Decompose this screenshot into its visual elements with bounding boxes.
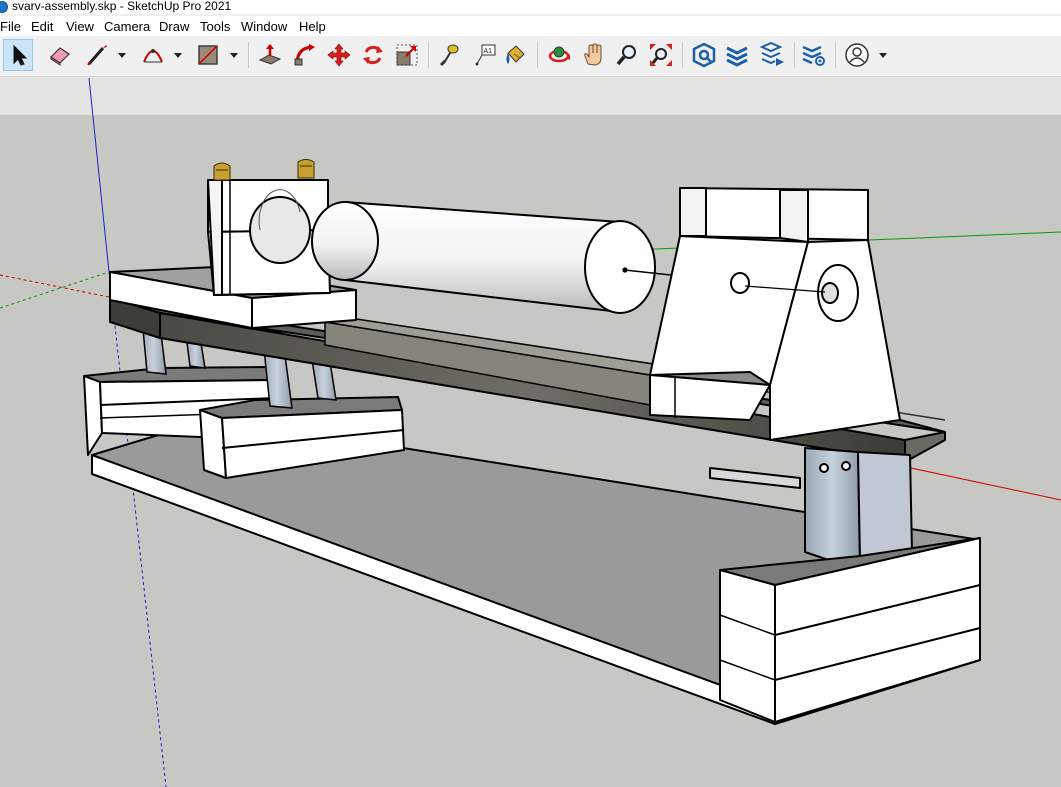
text-tool-label: A1 — [484, 48, 493, 55]
tape-measure-tool-button[interactable] — [434, 39, 464, 71]
workpiece-cylinder[interactable] — [311, 201, 681, 314]
menu-tools[interactable]: Tools — [200, 18, 230, 36]
line-icon — [87, 45, 107, 66]
sky-band — [0, 77, 1061, 115]
zoom-tool-button[interactable] — [612, 39, 642, 71]
rotate-tool-button[interactable] — [358, 39, 388, 71]
move-tool-button[interactable] — [324, 39, 354, 71]
follow-me-icon — [294, 44, 315, 66]
menu-draw[interactable]: Draw — [159, 18, 189, 36]
toolbar-separator — [428, 42, 429, 68]
green-axis-negative — [0, 271, 110, 309]
scale-tool-button[interactable] — [392, 39, 422, 71]
chevron-down-icon — [118, 53, 126, 58]
orbit-tool-button[interactable] — [544, 39, 574, 71]
line-tool-button[interactable] — [82, 39, 112, 71]
3d-warehouse-icon — [726, 46, 748, 67]
extension-manager-button[interactable] — [799, 39, 829, 71]
window-title: svarv-assembly.skp - SketchUp Pro 2021 — [12, 0, 232, 13]
menu-edit[interactable]: Edit — [31, 18, 53, 36]
paint-bucket-icon — [506, 45, 525, 64]
extension-manager-icon — [802, 45, 825, 66]
toolbar-separator — [537, 42, 538, 68]
zoom-extents-icon — [650, 44, 672, 66]
rectangle-icon — [198, 45, 218, 65]
chevron-down-icon — [174, 53, 182, 58]
toolbar-separator — [248, 42, 249, 68]
red-axis-negative — [0, 274, 110, 298]
account-icon — [845, 43, 869, 67]
pan-icon — [584, 43, 602, 66]
eraser-icon — [50, 47, 70, 66]
3d-warehouse-button[interactable] — [722, 39, 752, 71]
paint-bucket-tool-button[interactable] — [500, 39, 530, 71]
move-icon — [327, 43, 351, 67]
scale-icon — [396, 44, 418, 66]
text-tool-button[interactable]: A1 — [470, 39, 500, 71]
chevron-down-icon — [230, 53, 238, 58]
arc-tool-button[interactable] — [138, 39, 168, 71]
toolbar-separator — [794, 42, 795, 68]
right-headstock[interactable] — [649, 187, 901, 441]
sketchup-logo-icon — [0, 1, 8, 13]
account-button[interactable] — [842, 39, 872, 71]
layout-icon — [760, 42, 784, 66]
send-to-layout-button[interactable] — [758, 39, 788, 71]
follow-me-tool-button[interactable] — [290, 39, 320, 71]
push-pull-tool-button[interactable] — [255, 39, 285, 71]
menu-bar: File Edit View Camera Draw Tools Window … — [0, 16, 1061, 36]
right-foot-block[interactable] — [719, 537, 981, 723]
zoom-icon — [616, 45, 636, 66]
drawing-viewport[interactable] — [0, 77, 1061, 787]
select-icon — [13, 44, 28, 66]
account-dropdown[interactable] — [877, 48, 889, 62]
tape-measure-icon — [439, 44, 459, 67]
select-tool-button[interactable] — [3, 39, 33, 71]
menu-camera[interactable]: Camera — [104, 18, 150, 36]
model-scene[interactable] — [0, 77, 1061, 787]
zoom-extents-tool-button[interactable] — [646, 39, 676, 71]
arc-tool-dropdown[interactable] — [172, 48, 184, 62]
menu-view[interactable]: View — [66, 18, 94, 36]
toolbar-separator — [682, 42, 683, 68]
rotate-icon — [363, 45, 383, 65]
extension-warehouse-button[interactable] — [689, 39, 719, 71]
eraser-tool-button[interactable] — [45, 39, 75, 71]
title-bar: svarv-assembly.skp - SketchUp Pro 2021 — [0, 0, 1061, 14]
arc-icon — [143, 49, 163, 63]
shapes-tool-dropdown[interactable] — [228, 48, 240, 62]
pan-tool-button[interactable] — [578, 39, 608, 71]
menu-file[interactable]: File — [0, 18, 21, 36]
clamp-screws — [213, 159, 315, 181]
main-toolbar: A1 — [0, 36, 1061, 76]
push-pull-icon — [258, 44, 282, 65]
chevron-down-icon — [879, 53, 887, 58]
shapes-tool-button[interactable] — [193, 39, 223, 71]
text-icon: A1 — [475, 44, 496, 66]
extension-warehouse-icon — [692, 42, 716, 68]
line-tool-dropdown[interactable] — [116, 48, 128, 62]
toolbar-separator — [835, 42, 836, 68]
orbit-icon — [548, 46, 570, 63]
menu-window[interactable]: Window — [241, 18, 287, 36]
menu-help[interactable]: Help — [299, 18, 326, 36]
